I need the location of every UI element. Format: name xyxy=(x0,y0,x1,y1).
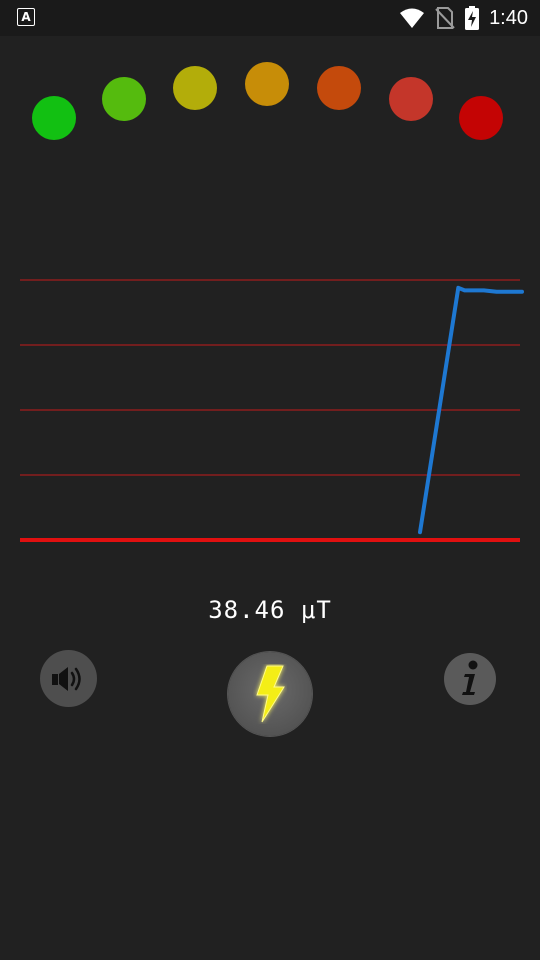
lightning-icon xyxy=(256,665,285,723)
magnetic-field-graph xyxy=(20,279,524,542)
level-dot-6 xyxy=(389,77,433,121)
speaker-icon xyxy=(51,666,81,691)
sound-toggle-button[interactable] xyxy=(40,650,97,707)
level-dot-1 xyxy=(32,96,76,140)
level-dot-2 xyxy=(102,77,146,121)
info-icon xyxy=(462,660,478,695)
info-button[interactable] xyxy=(444,653,496,705)
level-dot-7 xyxy=(459,96,503,140)
field-strength-readout: 38.46 μT xyxy=(208,596,332,624)
field-level-indicator xyxy=(0,0,540,160)
level-dot-5 xyxy=(317,66,361,110)
level-dot-4 xyxy=(245,62,289,106)
measure-toggle-button[interactable] xyxy=(228,652,312,736)
level-dot-3 xyxy=(173,66,217,110)
